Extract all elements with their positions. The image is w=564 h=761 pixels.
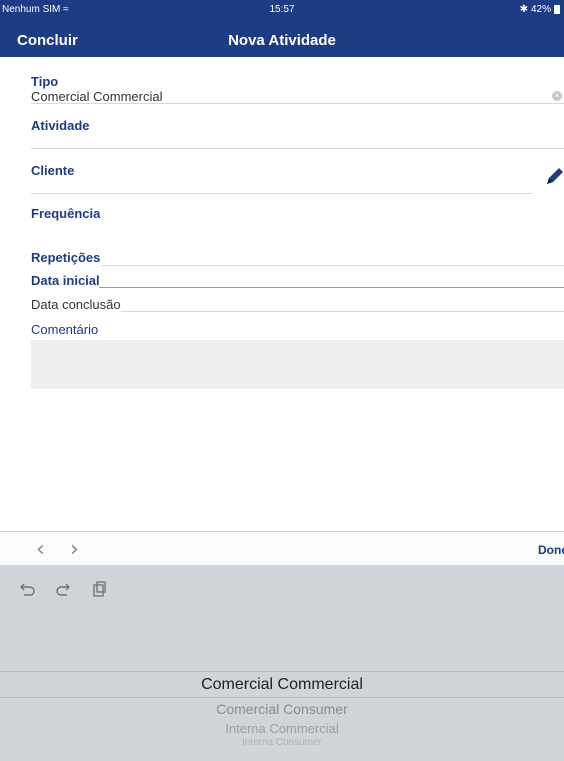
divider [121, 311, 564, 312]
battery-icon [554, 5, 560, 14]
tipo-value[interactable]: Comercial Commercial [31, 89, 564, 104]
picker-selection-line [0, 671, 564, 672]
undo-icon[interactable] [18, 580, 36, 598]
divider [101, 265, 564, 266]
done-button[interactable]: Done [538, 543, 564, 557]
redo-icon[interactable] [54, 580, 72, 598]
divider [31, 103, 564, 104]
divider [99, 287, 564, 288]
repeticoes-field[interactable]: Repetições [31, 250, 564, 265]
wifi-icon: ≈ [63, 4, 69, 15]
bluetooth-icon: ✱ [519, 4, 528, 15]
battery-percent: 42% [530, 4, 551, 15]
frequencia-label: Frequência [31, 206, 101, 221]
divider [31, 193, 533, 194]
data-inicial-field[interactable]: Data inicial [31, 273, 564, 288]
cliente-label: Cliente [31, 163, 75, 178]
shortcut-bar [18, 580, 108, 598]
navigation-bar: Concluir Nova Atividade [0, 22, 564, 57]
data-conclusao-field[interactable]: Data conclusão [31, 297, 564, 312]
data-inicial-label: Data inicial [31, 273, 100, 288]
picker-selection-line [0, 697, 564, 698]
atividade-field[interactable]: Atividade [31, 118, 564, 133]
clear-icon[interactable]: × [552, 91, 562, 101]
picker-selected-option[interactable]: Comercial Commercial [0, 676, 564, 694]
comment-textarea[interactable] [31, 340, 564, 389]
atividade-label: Atividade [31, 118, 90, 133]
pencil-icon[interactable] [544, 165, 564, 187]
cliente-field[interactable]: Cliente [31, 163, 564, 178]
tipo-label: Tipo [31, 74, 59, 89]
carrier-label: Nenhum SIM ≈ [2, 4, 69, 15]
chevron-right-icon[interactable]: › [70, 537, 79, 562]
frequencia-field[interactable]: Frequência [31, 206, 564, 221]
chevron-left-icon[interactable]: ‹ [36, 537, 45, 562]
picker-wheel[interactable]: Comercial Commercial Comercial Consumer … [0, 565, 564, 761]
carrier-text: Nenhum SIM [2, 4, 61, 15]
tipo-field[interactable]: Tipo Comercial Commercial [31, 74, 564, 104]
comentario-field: Comentário [31, 322, 564, 337]
picker-option[interactable]: Interna Commercial [0, 721, 564, 736]
divider [31, 148, 564, 149]
page-title: Nova Atividade [228, 32, 336, 49]
comentario-label: Comentário [31, 322, 99, 337]
keyboard-toolbar: ‹ › Done [0, 531, 564, 565]
status-time: 15:57 [269, 4, 295, 15]
picker-option[interactable]: Interna Consumer [0, 737, 564, 748]
battery-indicator: ✱ 42% [520, 4, 560, 15]
picker-option[interactable]: Comercial Consumer [0, 701, 564, 717]
data-conclusao-label: Data conclusão [31, 297, 121, 312]
status-bar: Nenhum SIM ≈ 15:57 ✱ 42% [0, 0, 564, 20]
paste-icon[interactable] [90, 580, 108, 598]
repeticoes-label: Repetições [31, 250, 101, 265]
top-bar: Nenhum SIM ≈ 15:57 ✱ 42% Concluir Nova A… [0, 0, 564, 57]
